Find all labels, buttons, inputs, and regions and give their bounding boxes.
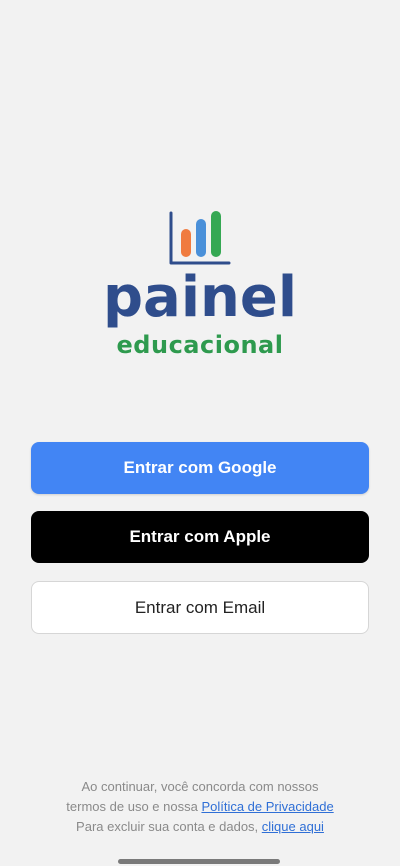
delete-account-link[interactable]: clique aqui	[262, 819, 324, 834]
bar-chart-logo-icon	[167, 209, 233, 269]
legal-line-3: Para excluir sua conta e dados, clique a…	[0, 817, 400, 837]
sign-in-apple-button[interactable]: Entrar com Apple	[31, 511, 369, 563]
sign-in-google-label: Entrar com Google	[123, 458, 277, 477]
sign-in-google-button[interactable]: Entrar com Google	[31, 442, 369, 494]
logo-wordmark-painel: painel	[102, 265, 298, 330]
home-indicator	[118, 859, 280, 864]
legal-line-2: termos de uso e nossa Política de Privac…	[0, 797, 400, 817]
sign-in-email-label: Entrar com Email	[134, 597, 266, 617]
sign-in-apple-label: Entrar com Apple	[129, 527, 271, 546]
legal-line-2-text: termos de uso e nossa	[66, 799, 202, 814]
legal-line-1: Ao continuar, você concorda com nossos	[81, 779, 319, 794]
logo-wordmark-educacional: educacional	[116, 331, 284, 359]
legal-line-3-text: Para excluir sua conta e dados,	[76, 819, 262, 834]
sign-in-email-button[interactable]: Entrar com Email	[31, 581, 369, 634]
privacy-policy-link[interactable]: Política de Privacidade	[201, 799, 333, 814]
legal-notice: Ao continuar, você concorda com nossos t…	[0, 777, 400, 837]
